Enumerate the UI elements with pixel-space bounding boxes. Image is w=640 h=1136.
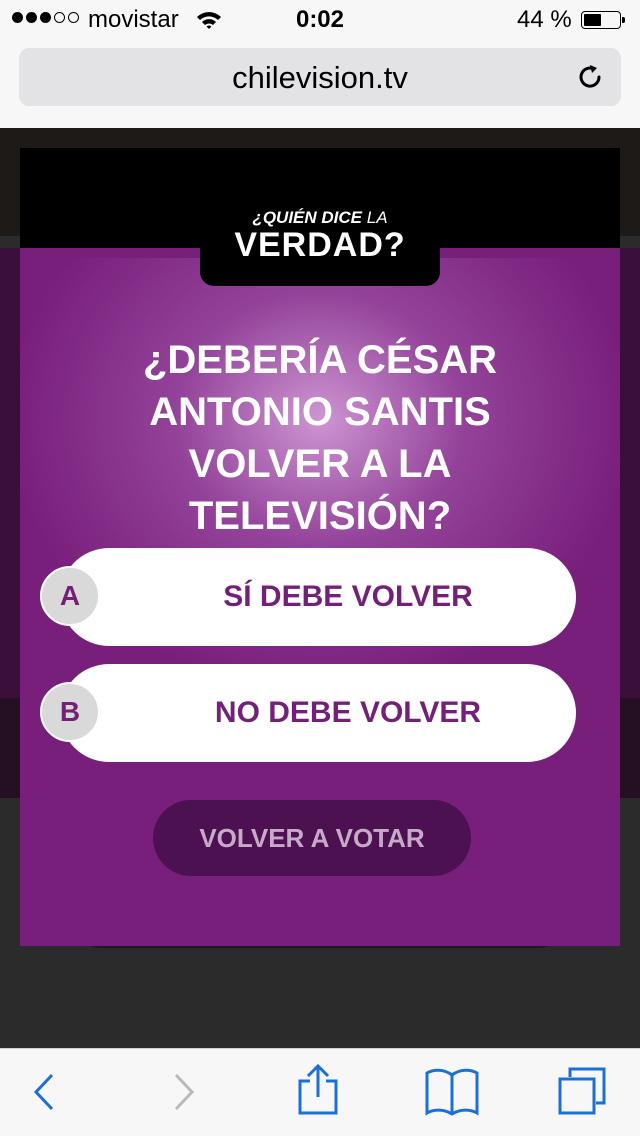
battery-percentage: 44 % bbox=[517, 6, 572, 33]
battery-icon bbox=[581, 11, 625, 29]
logo-line1-thin: LA bbox=[366, 208, 388, 227]
bookmarks-icon[interactable] bbox=[424, 1067, 480, 1117]
status-bar: movistar 0:02 44 % bbox=[0, 0, 640, 40]
tabs-icon[interactable] bbox=[556, 1065, 608, 1117]
forward-icon[interactable] bbox=[170, 1069, 198, 1115]
option-a-letter: A bbox=[40, 566, 100, 626]
poll-question: ¿DEBERÍA CÉSAR ANTONIO SANTIS VOLVER A L… bbox=[142, 338, 498, 538]
back-icon[interactable] bbox=[30, 1069, 58, 1115]
url-text[interactable]: chilevision.tv bbox=[19, 60, 621, 96]
option-a-button[interactable]: A SÍ DEBE VOLVER bbox=[40, 548, 576, 646]
logo-line2: VERDAD? bbox=[234, 226, 406, 264]
option-b-label: NO DEBE VOLVER bbox=[214, 696, 482, 729]
option-a-label: SÍ DEBE VOLVER bbox=[223, 580, 473, 613]
logo-line1-bold: ¿QUIÉN DICE bbox=[252, 208, 363, 227]
battery-level-fill bbox=[584, 14, 601, 26]
option-b-button[interactable]: B NO DEBE VOLVER bbox=[40, 664, 576, 762]
option-b-letter: B bbox=[40, 682, 100, 742]
address-bar[interactable]: chilevision.tv bbox=[19, 48, 621, 106]
share-icon[interactable] bbox=[296, 1063, 340, 1117]
revote-button[interactable]: VOLVER A VOTAR bbox=[153, 800, 471, 876]
poll-modal: ¿QUIÉN DICE LA VERDAD? ¿DEBERÍA CÉSAR AN… bbox=[20, 148, 620, 946]
reload-icon[interactable] bbox=[575, 62, 605, 92]
browser-toolbar bbox=[0, 1048, 640, 1136]
browser-address-area: chilevision.tv bbox=[0, 40, 640, 128]
show-logo: ¿QUIÉN DICE LA VERDAD? bbox=[200, 208, 440, 286]
